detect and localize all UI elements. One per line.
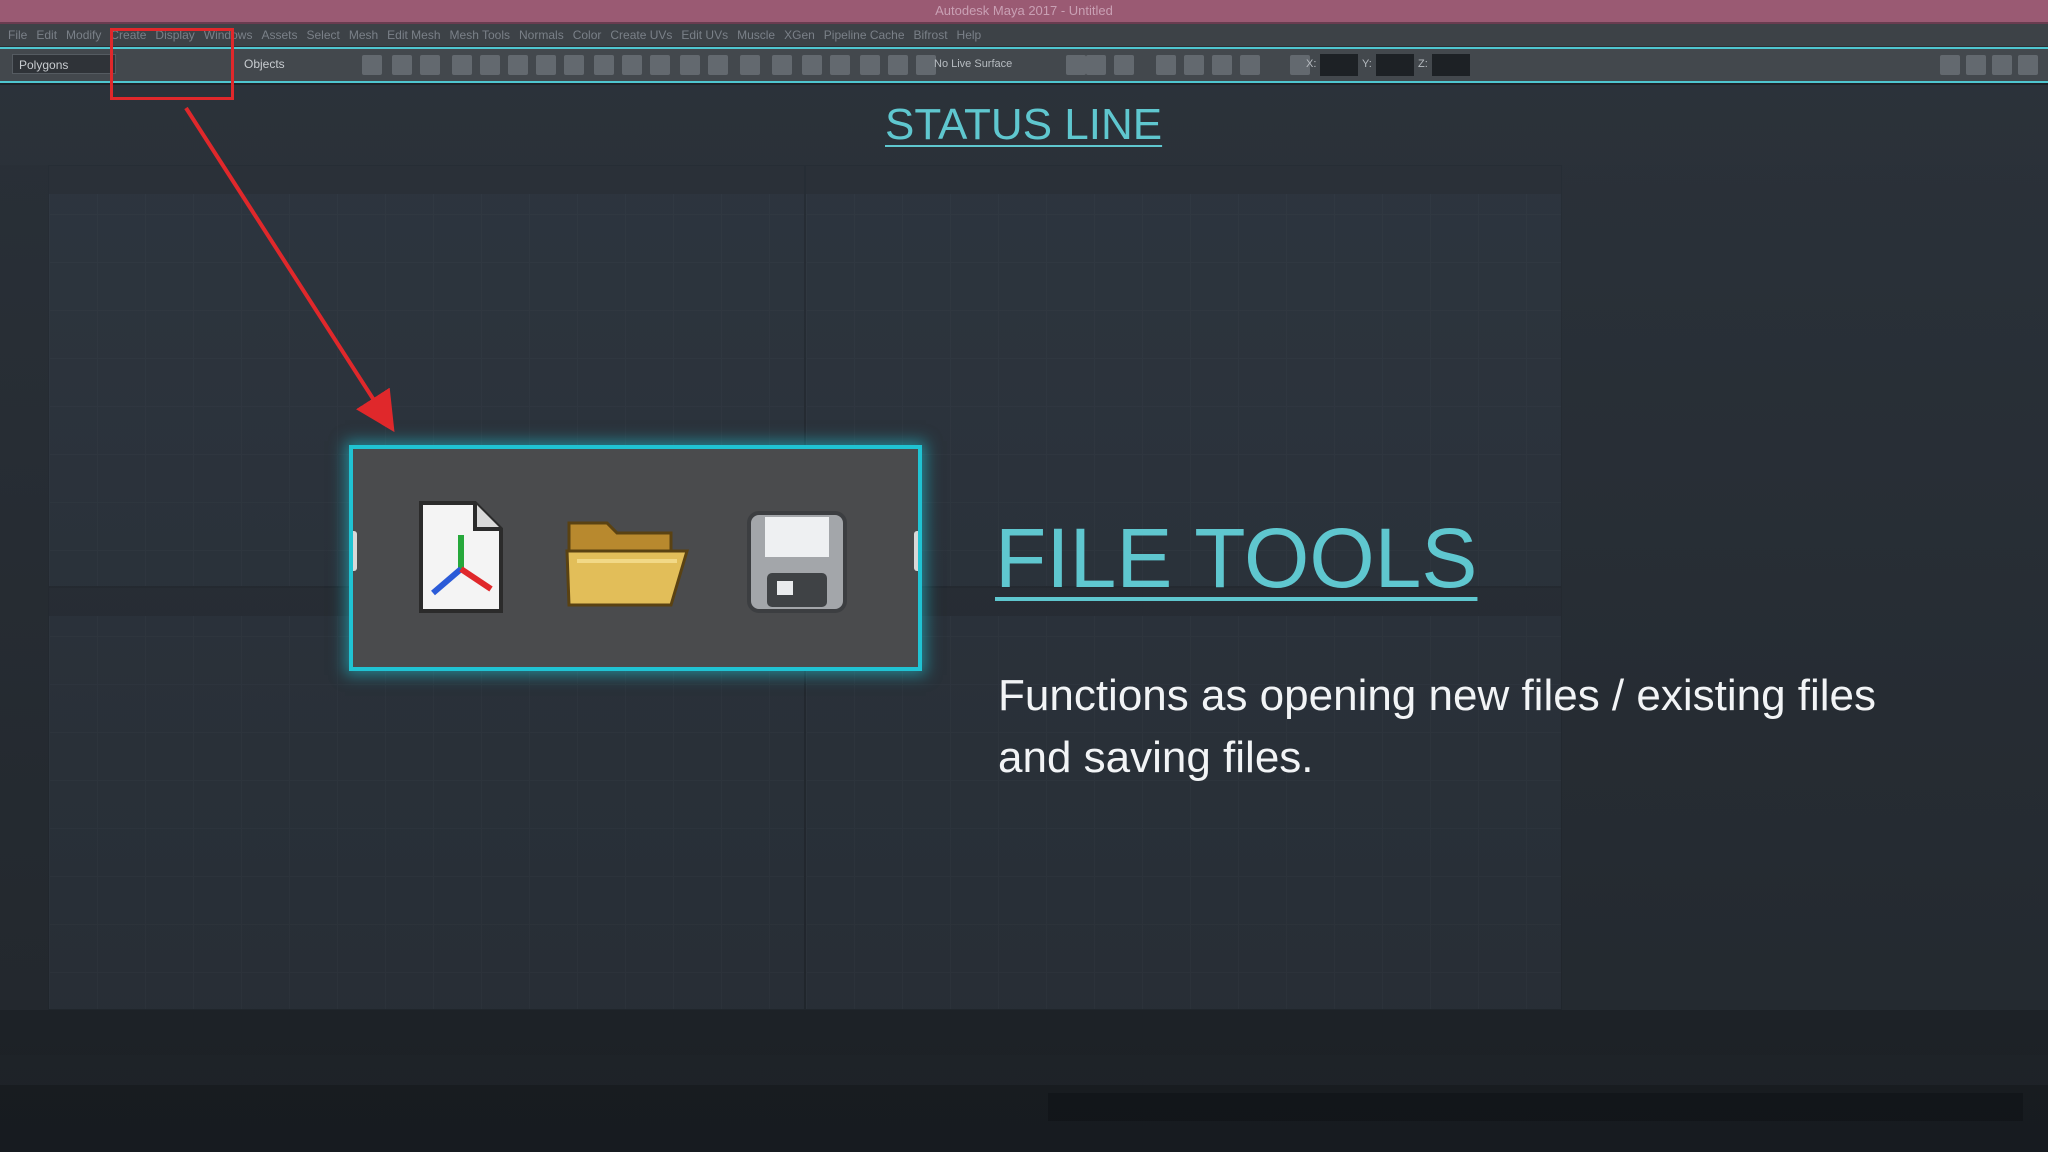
dim-overlay xyxy=(0,85,2048,1152)
status-line-tool-icon[interactable] xyxy=(362,55,382,75)
status-line-tool-icon[interactable] xyxy=(564,55,584,75)
status-line: Polygons Objects No Live Surface X: Y: Z… xyxy=(0,47,2048,120)
status-line-tool-icon[interactable] xyxy=(480,55,500,75)
separator-right xyxy=(914,531,918,571)
z-field-label: Z: xyxy=(1418,58,1428,70)
menu-item-mesh-tools[interactable]: Mesh Tools xyxy=(450,24,519,42)
menuset-dropdown[interactable]: Polygons xyxy=(12,54,116,74)
menu-item-color[interactable]: Color xyxy=(573,24,611,42)
save-scene-icon[interactable] xyxy=(745,509,849,615)
file-tools-callout-box xyxy=(110,28,234,100)
status-line-tool-icon[interactable] xyxy=(888,55,908,75)
window-titlebar: Autodesk Maya 2017 - Untitled xyxy=(0,0,2048,24)
status-line-tool-icon[interactable] xyxy=(830,55,850,75)
status-line-tool-icon[interactable] xyxy=(392,55,412,75)
menu-item-edit[interactable]: Edit xyxy=(36,24,66,42)
status-line-tool-icon[interactable] xyxy=(1240,55,1260,75)
file-tools-zoom xyxy=(349,445,922,671)
window-title: Autodesk Maya 2017 - Untitled xyxy=(935,3,1113,18)
new-scene-icon[interactable] xyxy=(415,497,507,617)
status-line-tool-icon[interactable] xyxy=(740,55,760,75)
menu-item-pipeline-cache[interactable]: Pipeline Cache xyxy=(824,24,914,42)
menu-item-file[interactable]: File xyxy=(8,24,36,42)
status-line-tool-icon[interactable] xyxy=(536,55,556,75)
status-line-tool-icon[interactable] xyxy=(680,55,700,75)
menu-item-muscle[interactable]: Muscle xyxy=(737,24,784,42)
status-line-tool-icon[interactable] xyxy=(772,55,792,75)
menu-item-bifrost[interactable]: Bifrost xyxy=(914,24,957,42)
status-line-tool-icon[interactable] xyxy=(1086,55,1106,75)
y-field-label: Y: xyxy=(1362,58,1372,70)
live-surface-label: No Live Surface xyxy=(934,58,1013,70)
status-line-tool-icon[interactable] xyxy=(452,55,472,75)
status-line-tool-icon[interactable] xyxy=(650,55,670,75)
status-line-tool-icon[interactable] xyxy=(1212,55,1232,75)
status-line-tool-icon[interactable] xyxy=(2018,55,2038,75)
status-line-tool-icon[interactable] xyxy=(802,55,822,75)
status-line-tool-icon[interactable] xyxy=(1966,55,1986,75)
status-line-tool-icon[interactable] xyxy=(1992,55,2012,75)
separator-left xyxy=(353,531,357,571)
x-input[interactable] xyxy=(1320,54,1358,76)
status-line-tool-icon[interactable] xyxy=(1114,55,1134,75)
menu-item-edit-uvs[interactable]: Edit UVs xyxy=(681,24,737,42)
x-field-label: X: xyxy=(1306,58,1317,70)
menu-item-normals[interactable]: Normals xyxy=(519,24,573,42)
menu-item-xgen[interactable]: XGen xyxy=(784,24,824,42)
status-line-tool-icon[interactable] xyxy=(1156,55,1176,75)
status-line-tool-icon[interactable] xyxy=(594,55,614,75)
status-line-tool-icon[interactable] xyxy=(622,55,642,75)
menu-item-modify[interactable]: Modify xyxy=(66,24,110,42)
file-tools-description: Functions as opening new files / existin… xyxy=(998,671,1877,782)
selection-mode-dropdown[interactable]: Objects xyxy=(238,54,344,74)
status-line-tool-icon[interactable] xyxy=(1184,55,1204,75)
menu-item-assets[interactable]: Assets xyxy=(261,24,306,42)
menu-item-mesh[interactable]: Mesh xyxy=(349,24,387,42)
open-scene-icon[interactable] xyxy=(563,511,691,611)
menu-item-select[interactable]: Select xyxy=(306,24,348,42)
status-line-tool-icon[interactable] xyxy=(508,55,528,75)
status-line-tool-icon[interactable] xyxy=(1066,55,1086,75)
y-input[interactable] xyxy=(1376,54,1414,76)
menu-item-create-uvs[interactable]: Create UVs xyxy=(610,24,681,42)
menu-item-help[interactable]: Help xyxy=(957,24,991,42)
status-line-tool-icon[interactable] xyxy=(420,55,440,75)
status-line-tool-icon[interactable] xyxy=(708,55,728,75)
file-tools-heading: FILE TOOLS xyxy=(995,511,1478,605)
menu-item-edit-mesh[interactable]: Edit Mesh xyxy=(387,24,449,42)
status-line-tool-icon[interactable] xyxy=(916,55,936,75)
status-line-tool-icon[interactable] xyxy=(860,55,880,75)
status-line-heading: STATUS LINE xyxy=(885,100,1163,149)
main-menubar: File Edit Modify Create Display Windows Assets… xyxy=(0,24,2048,47)
z-input[interactable] xyxy=(1432,54,1470,76)
status-line-tool-icon[interactable] xyxy=(1940,55,1960,75)
